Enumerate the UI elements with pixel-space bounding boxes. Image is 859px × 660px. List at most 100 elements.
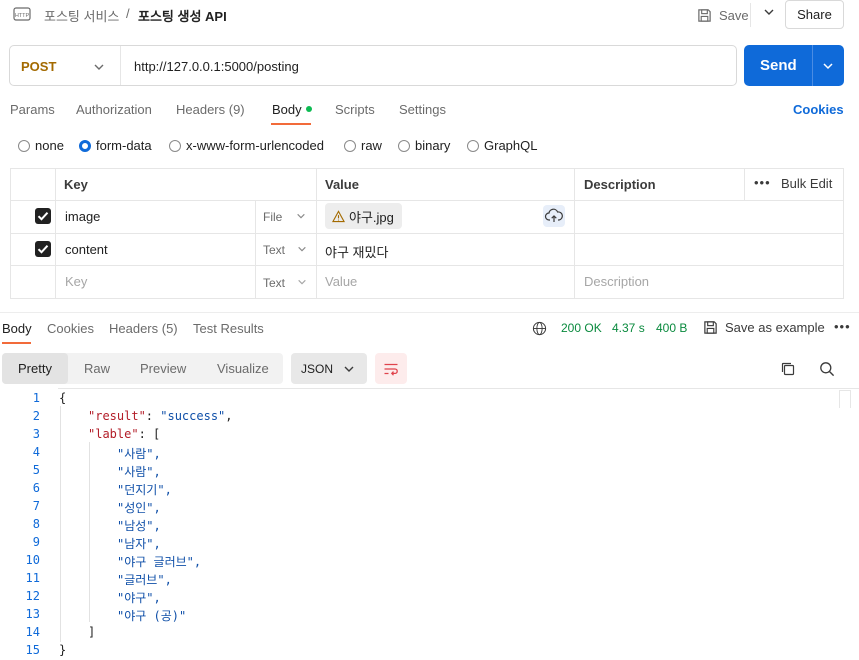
- json-array-item: "성인",: [117, 501, 161, 515]
- tab-authorization[interactable]: Authorization: [76, 102, 152, 117]
- radio-label: raw: [361, 138, 382, 153]
- response-time[interactable]: 4.37 s: [612, 321, 645, 335]
- description-placeholder[interactable]: Description: [584, 274, 649, 289]
- save-as-example-button[interactable]: Save as example: [703, 320, 825, 335]
- save-button[interactable]: Save: [694, 3, 777, 27]
- key-placeholder[interactable]: Key: [65, 274, 87, 289]
- active-tab-underline: [271, 123, 311, 125]
- param-value[interactable]: 야구 재밌다: [325, 242, 388, 261]
- column-header-description: Description: [584, 177, 656, 192]
- response-size[interactable]: 400 B: [656, 321, 687, 335]
- type-select[interactable]: Text: [263, 243, 307, 257]
- tab-scripts[interactable]: Scripts: [335, 102, 375, 117]
- radio-form-data[interactable]: form-data: [79, 138, 152, 153]
- response-divider: [0, 312, 859, 313]
- method-select[interactable]: POST: [21, 59, 56, 74]
- status-code[interactable]: 200 OK: [561, 321, 602, 335]
- response-tab-body[interactable]: Body: [2, 321, 32, 336]
- line-number: 1: [32, 391, 40, 405]
- json-array-item: "야구",: [117, 591, 161, 605]
- tab-settings[interactable]: Settings: [399, 102, 446, 117]
- code-line: {: [59, 391, 67, 405]
- wrap-lines-button[interactable]: [375, 353, 407, 384]
- breadcrumb-collection[interactable]: 포스팅 서비스: [44, 6, 119, 25]
- line-number: 12: [25, 589, 40, 603]
- wrap-lines-icon: [384, 363, 398, 376]
- table-col-divider: [744, 169, 745, 200]
- search-icon[interactable]: [819, 361, 835, 377]
- radio-none[interactable]: none: [18, 138, 64, 153]
- table-col-divider: [574, 169, 575, 298]
- radio-binary[interactable]: binary: [398, 138, 450, 153]
- tab-headers[interactable]: Headers (9): [176, 102, 245, 117]
- upload-button[interactable]: [543, 205, 565, 227]
- chevron-down-icon[interactable]: [822, 60, 834, 72]
- chevron-down-icon: [296, 213, 305, 219]
- tab-params[interactable]: Params: [10, 102, 55, 117]
- view-raw[interactable]: Raw: [84, 361, 110, 376]
- more-options-icon[interactable]: •••: [834, 319, 851, 334]
- indent-guide: [89, 442, 90, 622]
- json-array-item: "남자",: [117, 537, 161, 551]
- json-array-item: "던지기",: [117, 483, 172, 497]
- request-title[interactable]: 포스팅 생성 API: [138, 6, 227, 25]
- save-icon: [704, 321, 717, 334]
- value-placeholder[interactable]: Value: [325, 274, 357, 289]
- view-visualize[interactable]: Visualize: [217, 361, 269, 376]
- line-number: 9: [32, 535, 40, 549]
- type-select[interactable]: File: [263, 210, 306, 224]
- line-number: 2: [32, 409, 40, 423]
- format-label: JSON: [301, 362, 334, 376]
- body-modified-dot: [305, 106, 312, 112]
- globe-icon[interactable]: [532, 321, 547, 336]
- radio-label: binary: [415, 138, 451, 153]
- more-options-icon[interactable]: •••: [754, 175, 771, 190]
- cookies-link[interactable]: Cookies: [793, 102, 844, 117]
- row-checkbox-content[interactable]: [35, 241, 51, 257]
- response-tab-test-results[interactable]: Test Results: [193, 321, 264, 336]
- column-header-key: Key: [64, 177, 88, 192]
- tab-body[interactable]: Body: [272, 102, 312, 117]
- line-number: 3: [32, 427, 40, 441]
- type-select-label: File: [263, 210, 283, 224]
- line-number: 6: [32, 481, 40, 495]
- chevron-down-icon: [344, 366, 354, 372]
- param-key[interactable]: content: [65, 242, 108, 257]
- line-number: 10: [25, 553, 40, 567]
- line-number: 5: [32, 463, 40, 477]
- file-chip[interactable]: 야구.jpg: [325, 203, 402, 229]
- row-checkbox-image[interactable]: [35, 208, 51, 224]
- editor-border: [58, 388, 859, 389]
- table-col-divider: [55, 169, 56, 298]
- send-label: Send: [760, 57, 797, 74]
- chevron-down-icon[interactable]: [93, 61, 105, 73]
- type-select-label: Text: [263, 243, 286, 257]
- radio-graphql[interactable]: GraphQL: [467, 138, 537, 153]
- save-label: Save: [719, 7, 749, 23]
- bulk-edit-button[interactable]: Bulk Edit: [781, 176, 832, 191]
- copy-icon[interactable]: [780, 361, 796, 377]
- share-button[interactable]: Share: [785, 0, 844, 29]
- line-number: 4: [32, 445, 40, 459]
- view-preview[interactable]: Preview: [140, 361, 186, 376]
- radio-circle: [398, 139, 410, 152]
- send-divider: [812, 45, 813, 86]
- chevron-down-icon[interactable]: [763, 6, 775, 18]
- response-tab-cookies[interactable]: Cookies: [47, 321, 94, 336]
- view-pretty[interactable]: Pretty: [18, 361, 52, 376]
- json-punct: :: [145, 409, 161, 423]
- format-select[interactable]: JSON: [291, 353, 367, 384]
- response-tab-headers[interactable]: Headers (5): [109, 321, 178, 336]
- json-array-item: "글러브",: [117, 573, 172, 587]
- send-button[interactable]: Send: [744, 45, 844, 86]
- line-number: 8: [32, 517, 40, 531]
- param-key[interactable]: image: [65, 209, 100, 224]
- editor-scrollbar[interactable]: [839, 390, 851, 408]
- radio-circle: [467, 139, 479, 152]
- type-select[interactable]: Text: [263, 276, 307, 290]
- url-input[interactable]: http://127.0.0.1:5000/posting: [134, 59, 299, 74]
- radio-urlencoded[interactable]: x-www-form-urlencoded: [169, 138, 324, 153]
- radio-label: form-data: [96, 138, 152, 153]
- radio-raw[interactable]: raw: [344, 138, 382, 153]
- line-number: 15: [25, 643, 40, 657]
